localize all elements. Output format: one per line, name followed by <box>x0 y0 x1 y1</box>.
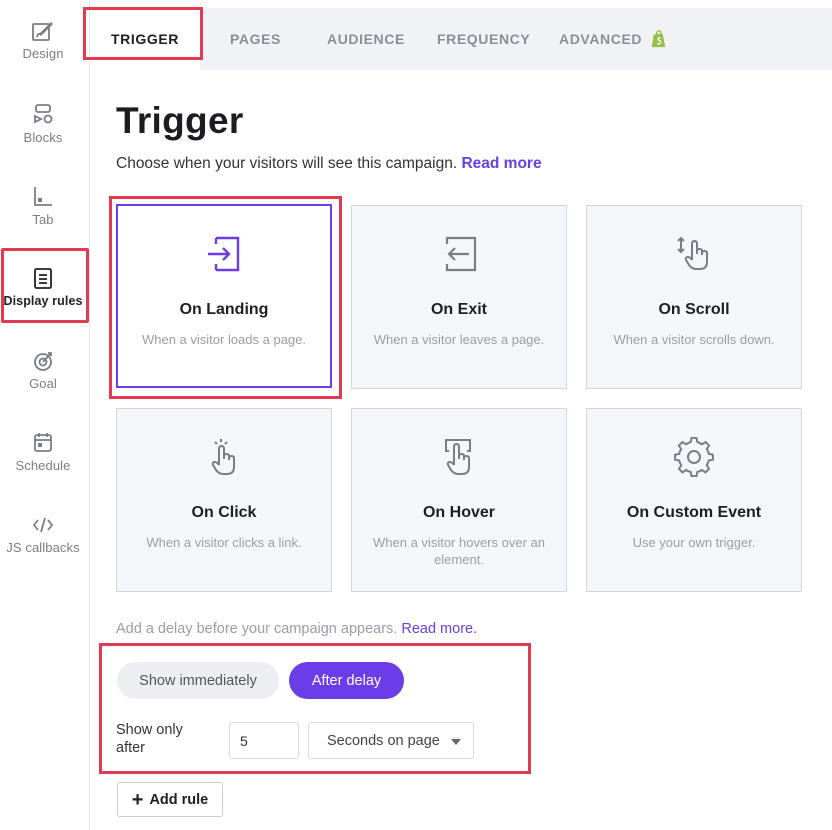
sidebar-item-label: Blocks <box>23 130 63 145</box>
card-icon-wrap <box>587 234 801 274</box>
sidebar: Design Blocks Tab Display rules Goal Sch… <box>0 0 90 830</box>
card-description: When a visitor leaves a page. <box>373 332 545 347</box>
tab-pages[interactable]: PAGES <box>230 8 281 70</box>
subtitle-text: Choose when your visitors will see this … <box>116 155 458 172</box>
card-title: On Exit <box>430 301 487 318</box>
scroll-hand-icon <box>677 236 708 270</box>
trigger-card-on-hover[interactable]: On Hover When a visitor hovers over an e… <box>351 408 567 592</box>
page-subtitle: Choose when your visitors will see this … <box>116 155 542 173</box>
card-description: When a visitor clicks a link. <box>146 535 302 550</box>
sidebar-item-js-callbacks[interactable]: JS callbacks <box>0 512 86 555</box>
tab-advanced[interactable]: ADVANCED <box>559 8 668 70</box>
sidebar-item-blocks[interactable]: Blocks <box>0 102 86 145</box>
tab-icon <box>34 187 52 206</box>
card-icon-wrap <box>587 437 801 477</box>
tab-label: PAGES <box>230 31 281 47</box>
card-icon-wrap <box>352 437 566 477</box>
sidebar-item-label: Schedule <box>15 458 71 473</box>
read-more-link[interactable]: Read more <box>461 155 541 172</box>
tab-label: ADVANCED <box>559 31 643 47</box>
blocks-icon <box>34 104 53 124</box>
add-rule-button[interactable]: + Add rule <box>117 782 223 817</box>
card-icon-wrap <box>117 437 331 477</box>
page-title: Trigger <box>116 100 244 141</box>
gear-icon <box>674 437 714 477</box>
sidebar-item-label: Tab <box>32 212 54 227</box>
delay-unit-value: Seconds on page <box>327 732 440 749</box>
trigger-card-on-scroll[interactable]: On Scroll When a visitor scrolls down. <box>586 205 802 389</box>
card-title: On Hover <box>422 504 495 521</box>
sidebar-item-goal[interactable]: Goal <box>0 348 86 391</box>
sidebar-item-label: Goal <box>29 376 57 391</box>
delay-text: Add a delay before your campaign appears… <box>116 621 398 637</box>
show-only-after-label: Show only after <box>116 722 183 756</box>
caret-down-icon <box>451 739 461 745</box>
target-icon <box>34 352 52 371</box>
shopify-icon <box>651 30 666 48</box>
show-immediately-button[interactable]: Show immediately <box>117 662 279 699</box>
trigger-card-on-click[interactable]: On Click When a visitor clicks a link. <box>116 408 332 592</box>
card-description: Use your own trigger. <box>632 535 756 550</box>
delay-read-more-link[interactable]: Read more. <box>401 621 477 637</box>
card-description: When a visitor hovers over an element. <box>373 535 545 567</box>
card-description: When a visitor scrolls down. <box>613 332 775 347</box>
card-title: On Custom Event <box>626 504 762 521</box>
hover-hand-icon <box>445 439 471 475</box>
trigger-card-on-exit[interactable]: On Exit When a visitor leaves a page. <box>351 205 567 389</box>
code-icon <box>32 517 54 533</box>
highlight-box-card <box>109 196 342 399</box>
highlight-box-sidebar <box>1 248 89 323</box>
trigger-card-on-custom-event[interactable]: On Custom Event Use your own trigger. <box>586 408 802 592</box>
sidebar-item-tab[interactable]: Tab <box>0 184 86 227</box>
delay-seconds-input[interactable] <box>229 722 299 759</box>
delay-unit-select[interactable]: Seconds on page <box>308 722 474 759</box>
sidebar-item-label: JS callbacks <box>6 540 80 555</box>
plus-icon: + <box>131 788 144 811</box>
brush-icon <box>32 22 53 41</box>
tab-audience[interactable]: AUDIENCE <box>327 8 405 70</box>
sidebar-item-schedule[interactable]: Schedule <box>0 430 86 473</box>
highlight-box-tab <box>83 7 203 60</box>
calendar-icon <box>34 433 52 452</box>
tab-frequency[interactable]: FREQUENCY <box>437 8 530 70</box>
exit-icon <box>445 236 477 272</box>
click-hand-icon <box>211 439 235 475</box>
delay-helper-text: Add a delay before your campaign appears… <box>116 621 477 637</box>
add-rule-label: Add rule <box>149 791 209 808</box>
tab-label: AUDIENCE <box>327 31 405 47</box>
after-delay-button[interactable]: After delay <box>289 662 404 699</box>
card-title: On Scroll <box>658 301 730 318</box>
tab-label: FREQUENCY <box>437 31 531 47</box>
sidebar-item-label: Design <box>22 46 64 61</box>
card-icon-wrap <box>352 234 566 274</box>
card-title: On Click <box>191 504 257 521</box>
sidebar-item-design[interactable]: Design <box>0 18 86 61</box>
